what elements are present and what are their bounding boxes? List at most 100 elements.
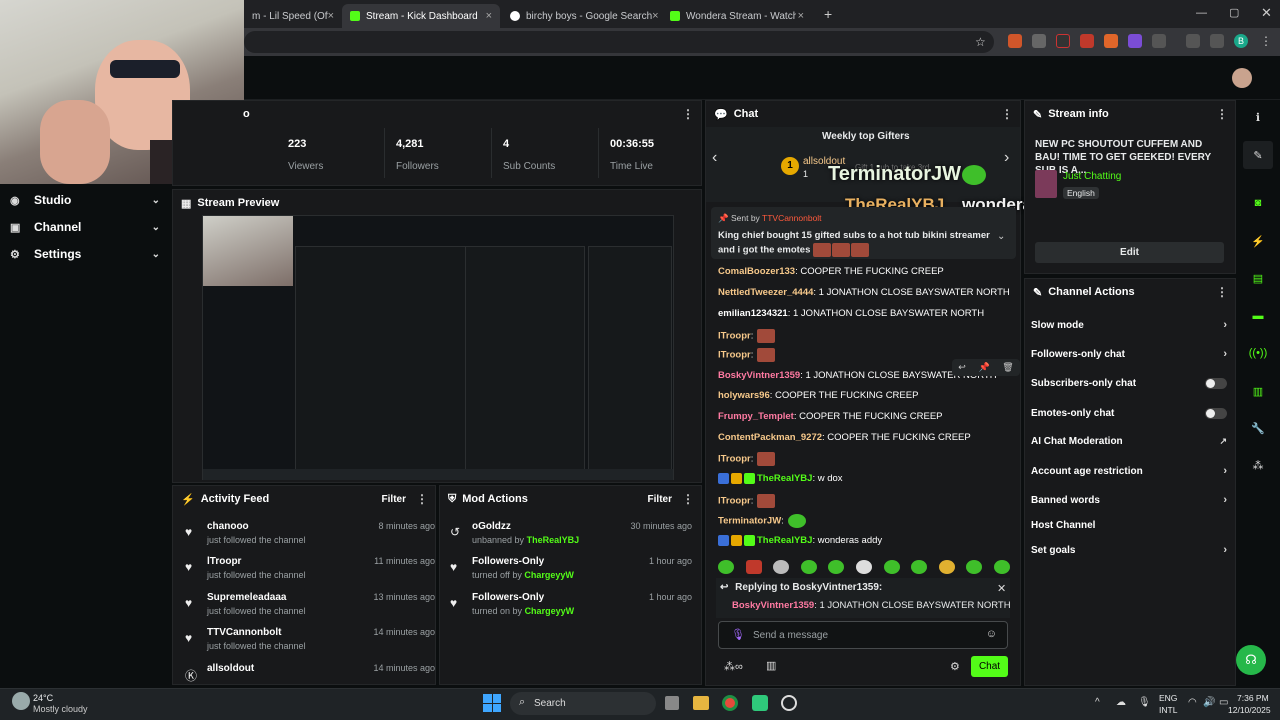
close-icon[interactable]: × bbox=[798, 10, 804, 22]
chat-message[interactable]: lTroopr: bbox=[718, 348, 776, 362]
new-tab-button[interactable]: + bbox=[824, 6, 832, 22]
chrome-icon[interactable] bbox=[722, 695, 738, 711]
clock-date[interactable]: 12/10/2025 bbox=[1228, 705, 1271, 715]
close-icon[interactable]: × bbox=[328, 10, 334, 22]
pencil-icon[interactable]: ✎ bbox=[1249, 146, 1267, 164]
close-icon[interactable]: × bbox=[652, 10, 658, 22]
chat-username[interactable]: emilian1234321 bbox=[718, 308, 788, 319]
emote-icon[interactable] bbox=[966, 560, 983, 574]
action-set-goals[interactable]: Set goals › bbox=[1031, 541, 1227, 559]
more-menu-icon[interactable]: ⋮ bbox=[682, 492, 694, 506]
chat-message[interactable]: Frumpy_Templet: COOPER THE FUCKING CREEP bbox=[718, 411, 943, 422]
clock-time[interactable]: 7:36 PM bbox=[1237, 693, 1269, 703]
action-account-age[interactable]: Account age restriction › bbox=[1031, 462, 1227, 480]
chevron-left-icon[interactable]: ‹ bbox=[712, 149, 717, 167]
chat-message[interactable]: NettledTweezer_4444: 1 JONATHON CLOSE BA… bbox=[718, 287, 1010, 298]
keyboard-layout[interactable]: INTL bbox=[1159, 705, 1177, 715]
chat-message[interactable]: TheRealYBJ: wonderas addy bbox=[718, 535, 882, 546]
chat-username[interactable]: NettledTweezer_4444 bbox=[718, 287, 813, 298]
tab-google-search[interactable]: birchy boys - Google Search × bbox=[502, 4, 660, 28]
nav-studio[interactable]: ◉ Studio ⌄ bbox=[10, 189, 160, 211]
tab-kick-dashboard[interactable]: Stream - Kick Dashboard × bbox=[342, 4, 500, 28]
username[interactable]: Supremeleadaaa bbox=[207, 592, 287, 603]
bolt-icon[interactable]: ⚡ bbox=[1249, 232, 1267, 250]
pinned-sender[interactable]: TTVCannonbolt bbox=[762, 213, 822, 223]
windows-start-icon[interactable] bbox=[483, 694, 501, 712]
layout-icon[interactable]: ▥ bbox=[1249, 382, 1267, 400]
wifi-icon[interactable]: ◠ bbox=[1188, 697, 1197, 708]
address-bar[interactable] bbox=[244, 31, 994, 53]
bookmark-star-icon[interactable]: ☆ bbox=[975, 35, 986, 49]
maximize-button[interactable]: ▢ bbox=[1229, 6, 1239, 19]
user-avatar[interactable] bbox=[1232, 68, 1252, 88]
emote-icon[interactable] bbox=[718, 560, 734, 574]
subscribers-only-toggle[interactable] bbox=[1205, 377, 1227, 389]
camera-icon[interactable]: ◙ bbox=[1249, 194, 1267, 212]
microphone-icon[interactable]: 🎙 bbox=[731, 628, 745, 641]
weather-icon[interactable] bbox=[12, 692, 30, 710]
chevron-up-icon[interactable]: ^ bbox=[1095, 697, 1100, 708]
chat-message[interactable]: lTroopr: bbox=[718, 329, 776, 343]
chat-message[interactable]: ComalBoozer133: COOPER THE FUCKING CREEP bbox=[718, 266, 944, 277]
chat-username[interactable]: lTroopr bbox=[718, 496, 751, 507]
chat-username[interactable]: TerminatorJW bbox=[718, 516, 781, 527]
download-icon[interactable] bbox=[1186, 34, 1200, 48]
file-explorer-icon[interactable] bbox=[693, 696, 709, 710]
task-view-icon[interactable] bbox=[665, 696, 679, 710]
chat-bubble-icon[interactable]: ▬ bbox=[1249, 307, 1267, 325]
chat-username[interactable]: Frumpy_Templet bbox=[718, 411, 794, 422]
extension-icon[interactable] bbox=[1032, 34, 1046, 48]
chat-username[interactable]: TheRealYBJ bbox=[757, 535, 812, 546]
emoji-icon[interactable]: ☺ bbox=[986, 628, 997, 640]
obs-icon[interactable] bbox=[781, 695, 797, 711]
nav-channel[interactable]: ▣ Channel ⌄ bbox=[10, 216, 160, 238]
app-icon[interactable] bbox=[752, 695, 768, 711]
tab-lil-speed[interactable]: m - Lil Speed (Officia × bbox=[244, 4, 342, 28]
chat-username[interactable]: ContentPackman_9272 bbox=[718, 432, 822, 443]
username[interactable]: lTroopr bbox=[207, 556, 241, 567]
chat-username[interactable]: lTroopr bbox=[718, 454, 751, 465]
media-icon[interactable] bbox=[1210, 34, 1224, 48]
close-window-button[interactable]: ✕ bbox=[1261, 5, 1272, 21]
moderator-name[interactable]: TheRealYBJ bbox=[527, 535, 580, 545]
community-icon[interactable]: ⁂ bbox=[1249, 456, 1267, 474]
more-menu-icon[interactable]: ⋮ bbox=[682, 107, 694, 121]
username[interactable]: chanooo bbox=[207, 521, 249, 532]
emote-icon[interactable] bbox=[993, 560, 1010, 574]
send-chat-button[interactable]: Chat bbox=[971, 656, 1008, 677]
emote-icon[interactable] bbox=[773, 560, 790, 574]
chevron-down-icon[interactable]: ⌄ bbox=[997, 231, 1005, 242]
cloud-icon[interactable]: ☁ bbox=[1116, 697, 1126, 708]
emote-icon[interactable] bbox=[745, 560, 762, 574]
chat-message[interactable]: ContentPackman_9272: COOPER THE FUCKING … bbox=[718, 432, 971, 443]
edit-button[interactable]: Edit bbox=[1035, 242, 1224, 263]
close-icon[interactable]: ✕ bbox=[997, 582, 1006, 595]
profile-avatar[interactable]: B bbox=[1234, 34, 1248, 48]
wrench-icon[interactable]: 🔧 bbox=[1249, 419, 1267, 437]
emote-icon[interactable] bbox=[911, 560, 928, 574]
extension-icon[interactable] bbox=[1080, 34, 1094, 48]
username[interactable]: allsoldout bbox=[207, 663, 254, 674]
chat-message[interactable]: lTroopr: bbox=[718, 452, 776, 466]
extension-icon[interactable] bbox=[1104, 34, 1118, 48]
language-code[interactable]: ENG bbox=[1159, 693, 1177, 703]
chat-message[interactable]: TheRealYBJ: w dox bbox=[718, 473, 843, 484]
chat-message[interactable]: TerminatorJW: bbox=[718, 514, 806, 528]
close-icon[interactable]: × bbox=[486, 10, 492, 22]
chat-message[interactable]: lTroopr: bbox=[718, 494, 776, 508]
microphone-icon[interactable]: 🎙 bbox=[1138, 697, 1151, 708]
action-followers-only[interactable]: Followers-only chat › bbox=[1031, 345, 1227, 363]
chat-message[interactable]: holywars96: COOPER THE FUCKING CREEP bbox=[718, 390, 918, 401]
action-host-channel[interactable]: Host Channel bbox=[1031, 516, 1227, 534]
extension-icon[interactable] bbox=[1056, 34, 1070, 48]
chat-username[interactable]: ComalBoozer133 bbox=[718, 266, 795, 277]
emote-icon[interactable] bbox=[855, 560, 872, 574]
emote-icon[interactable] bbox=[828, 560, 845, 574]
pin-icon[interactable]: 📌 bbox=[978, 362, 989, 373]
puzzle-icon[interactable] bbox=[1152, 34, 1166, 48]
filter-button[interactable]: Filter bbox=[648, 494, 672, 505]
more-menu-icon[interactable]: ⋮ bbox=[416, 492, 428, 506]
chat-username[interactable]: TheRealYBJ bbox=[757, 473, 812, 484]
filter-button[interactable]: Filter bbox=[382, 494, 406, 505]
emote-icon[interactable] bbox=[800, 560, 817, 574]
